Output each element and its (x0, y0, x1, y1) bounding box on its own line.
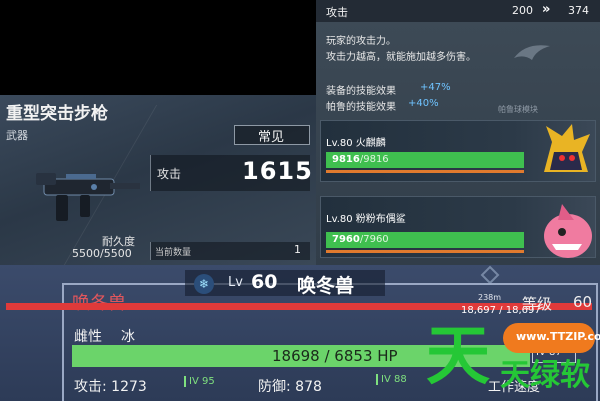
stat-current-value: 200 (512, 4, 533, 17)
gear-icon (480, 265, 500, 285)
pal-hp-max-1: /9816 (359, 154, 389, 165)
equipment-bonus-value: +47% (420, 82, 451, 93)
detail-header (185, 270, 385, 296)
svg-text:❄: ❄ (199, 277, 209, 291)
pal-name-1: Lv.80 火麒麟 (326, 138, 386, 149)
pal-header-name: 唤冬兽 (297, 275, 355, 297)
pal-hp-text-2: 7960/7960 (332, 234, 389, 245)
level-label: Lv (228, 275, 243, 290)
pal-hp-text: 18698 / 6853 HP (272, 347, 398, 365)
stat-arrow-icon: » (542, 2, 551, 17)
pal-stamina-bar-2 (326, 250, 524, 253)
durability-value: 5500/5500 (72, 247, 132, 260)
pal-name-large: 唤冬兽 (72, 289, 126, 315)
pal-stamina-bar-1 (326, 170, 524, 173)
wing-icon (514, 45, 550, 60)
watermark-logo: 天 (426, 320, 490, 394)
equipment-bonus-label: 装备的技能效果 (326, 86, 396, 97)
stat-description-line2: 攻击力越高，就能施加越多伤害。 (326, 52, 476, 63)
attack-iv: IV 95 (184, 376, 215, 387)
stat-description-line1: 玩家的攻击力。 (326, 36, 396, 47)
assault-rifle-icon (36, 173, 140, 221)
attack-stat: 攻击: 1273 (74, 379, 147, 395)
attack-label: 攻击 (157, 167, 182, 181)
level-value: 60 (251, 271, 278, 293)
stat-panel: 攻击 200 » 374 玩家的攻击力。 攻击力越高，就能施加越多伤害。 装备的… (316, 0, 600, 265)
watermark-url: www.TTZIP.com (516, 330, 600, 343)
quantity-label: 当前数量 (155, 248, 192, 258)
defense-iv: IV 88 (376, 374, 407, 385)
grade-label: 等级 (522, 295, 553, 313)
pal-hp-current-1: 9816 (332, 154, 360, 165)
quantity-value: 1 (294, 243, 301, 256)
attack-value: 1615 (242, 157, 313, 185)
weapon-card: 重型突击步枪 武器 常见 耐久度 5500/5500 攻击 1615 当前数量 … (0, 95, 316, 265)
watermark-subtitle: 天绿软 (500, 358, 590, 393)
weapon-panel: 重型突击步枪 武器 常见 耐久度 5500/5500 攻击 1615 当前数量 … (0, 0, 316, 265)
pal-hp-max-2: /7960 (359, 234, 389, 245)
element-label: 冰 (121, 329, 135, 345)
grade-value: 60 (573, 293, 593, 311)
pink-shark-portrait (544, 204, 592, 258)
distance-text: 238m (478, 293, 502, 302)
pal-detail-panel: ❄ Lv 60 唤冬兽 唤冬兽 238m 18,697 / 18,697 等级 … (0, 265, 600, 401)
stat-name: 攻击 (326, 6, 348, 19)
defense-stat: 防御: 878 (258, 379, 322, 395)
pal-hp-current-2: 7960 (332, 234, 360, 245)
module-label: 帕鲁球模块 (498, 105, 538, 114)
ice-element-icon: ❄ (194, 274, 214, 294)
stat-header (316, 0, 600, 22)
weapon-type-label: 武器 (6, 129, 28, 142)
rarity-text: 常见 (258, 130, 285, 145)
weapon-title: 重型突击步枪 (6, 104, 108, 124)
pal-name-2: Lv.80 粉粉布偶鲨 (326, 214, 406, 225)
fire-qilin-portrait (544, 124, 590, 172)
pal-hp-text-1: 9816/9816 (332, 154, 389, 165)
gender-label: 雌性 (74, 329, 102, 345)
pal-bonus-label: 帕鲁的技能效果 (326, 102, 396, 113)
stat-next-value: 374 (568, 4, 589, 17)
pal-bonus-value: +40% (408, 98, 439, 109)
